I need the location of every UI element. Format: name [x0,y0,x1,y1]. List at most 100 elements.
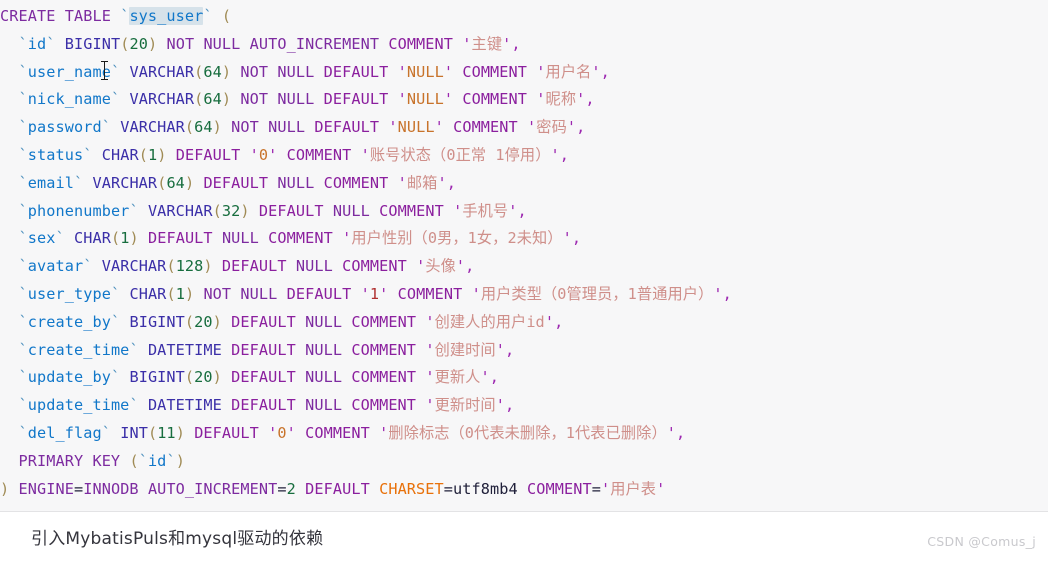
backtick: ` [166,451,176,470]
column-type: CHAR [73,229,111,248]
code-line-column: `nick_name` VARCHAR(64) NOT NULL DEFAULT… [0,86,1048,114]
code-line-column: `update_by` BIGINT(20) DEFAULT NULL COMM… [0,364,1048,392]
column-length: 64 [166,173,185,192]
column-length: 64 [203,62,222,81]
pk-open-paren: ( [129,451,139,470]
column-type: VARCHAR [120,118,185,137]
default-keyword: DEFAULT [221,257,287,276]
column-length: 11 [157,423,176,442]
column-comment: 头像 [425,257,456,276]
len-open: ( [184,312,195,331]
caption-area: 引入MybatisPuls和mysql驱动的依赖 [0,512,1048,563]
equals: = [443,479,454,498]
len-close: ) [212,368,222,387]
backtick: ` [129,396,139,415]
column-name: user_type [27,284,111,303]
code-line-column: `password` VARCHAR(64) NOT NULL DEFAULT … [0,114,1048,142]
null-keyword: NULL [332,201,370,220]
column-type: VARCHAR [129,62,195,81]
quote: ' [591,62,601,81]
comment-keyword: COMMENT [351,396,417,415]
quote: ' [425,368,435,387]
backtick: ` [110,368,121,387]
len-open: ( [166,257,176,276]
column-comment: 更新时间 [434,396,496,415]
not-null: NOT NULL [203,284,278,303]
comment-keyword: COMMENT [268,229,333,248]
charset-value: utf8mb4 [453,479,518,498]
column-length: 32 [221,201,241,220]
quote: ' [443,62,454,81]
column-length: 20 [194,368,213,387]
column-length: 64 [194,118,213,137]
backtick: ` [18,201,28,220]
null-keyword: NULL [277,173,315,192]
comment-keyword: COMMENT [388,34,454,53]
column-length: 20 [129,34,148,53]
column-type: CHAR [129,284,167,303]
column-comment: 账号状态（0正常 1停用） [369,145,551,164]
comment-keyword: COMMENT [286,145,352,164]
quote: ' [480,368,490,387]
comment-keyword: COMMENT [323,173,389,192]
len-close: ) [175,423,185,442]
quote: ' [576,90,586,109]
column-name: del_flag [27,423,102,442]
len-open: ( [147,423,158,442]
code-line-column: `user_type` CHAR(1) NOT NULL DEFAULT '1'… [0,281,1048,309]
quote: ' [416,257,426,276]
close-paren: ) [0,479,10,498]
default-keyword: DEFAULT [286,284,352,303]
column-type: INT [120,423,148,442]
table-name-selected[interactable]: sys_user [129,7,204,25]
csdn-watermark: CSDN @Comus_j [927,534,1036,549]
quote: ' [462,34,472,53]
len-close: ) [147,34,158,53]
code-line-column: `create_time` DATETIME DEFAULT NULL COMM… [0,337,1048,365]
comma: , [446,173,456,192]
table-comment-keyword: COMMENT [527,479,592,498]
comma: , [585,90,595,109]
quote: ' [562,229,572,248]
len-close: ) [184,284,195,303]
column-comment: 创建人的用户id [434,312,545,331]
column-name: user_name [27,62,111,81]
column-name: update_by [27,368,111,387]
pk-close-paren: ) [175,451,185,470]
backtick: ` [18,90,28,109]
auto-increment-keyword: AUTO_INCREMENT [147,479,278,498]
len-open: ( [110,229,121,248]
quote: ' [425,340,435,359]
column-length: 64 [203,90,222,109]
default-value: NULL [406,90,444,109]
len-open: ( [184,368,195,387]
comma: , [576,118,586,137]
open-paren: ( [221,7,232,25]
len-close: ) [157,145,167,164]
len-close: ) [203,257,213,276]
backtick: ` [129,201,139,220]
len-open: ( [184,118,195,137]
primary-key-keyword: PRIMARY KEY [18,451,121,470]
backtick: ` [18,145,28,164]
default-keyword: DEFAULT [231,312,296,331]
column-name: create_by [27,312,111,331]
column-type: VARCHAR [129,90,195,109]
code-line-column: `del_flag` INT(11) DEFAULT '0' COMMENT '… [0,420,1048,448]
quote: ' [544,312,555,331]
default-keyword: DEFAULT [231,340,296,359]
sql-code-text[interactable]: CREATE TABLE `sys_user` ( `id` BIGINT(20… [0,0,1048,503]
comma: , [517,201,527,220]
backtick: ` [18,423,28,442]
backtick-close: ` [203,7,213,25]
backtick: ` [18,173,28,192]
comma: , [465,257,475,276]
column-name: update_time [27,396,130,415]
len-close: ) [212,118,222,137]
column-name: phonenumber [27,201,130,220]
comma: , [504,340,515,359]
sql-code-block[interactable]: CREATE TABLE `sys_user` ( `id` BIGINT(20… [0,0,1048,512]
column-type: DATETIME [147,396,222,415]
column-type: BIGINT [129,312,185,331]
comment-keyword: COMMENT [379,201,444,220]
